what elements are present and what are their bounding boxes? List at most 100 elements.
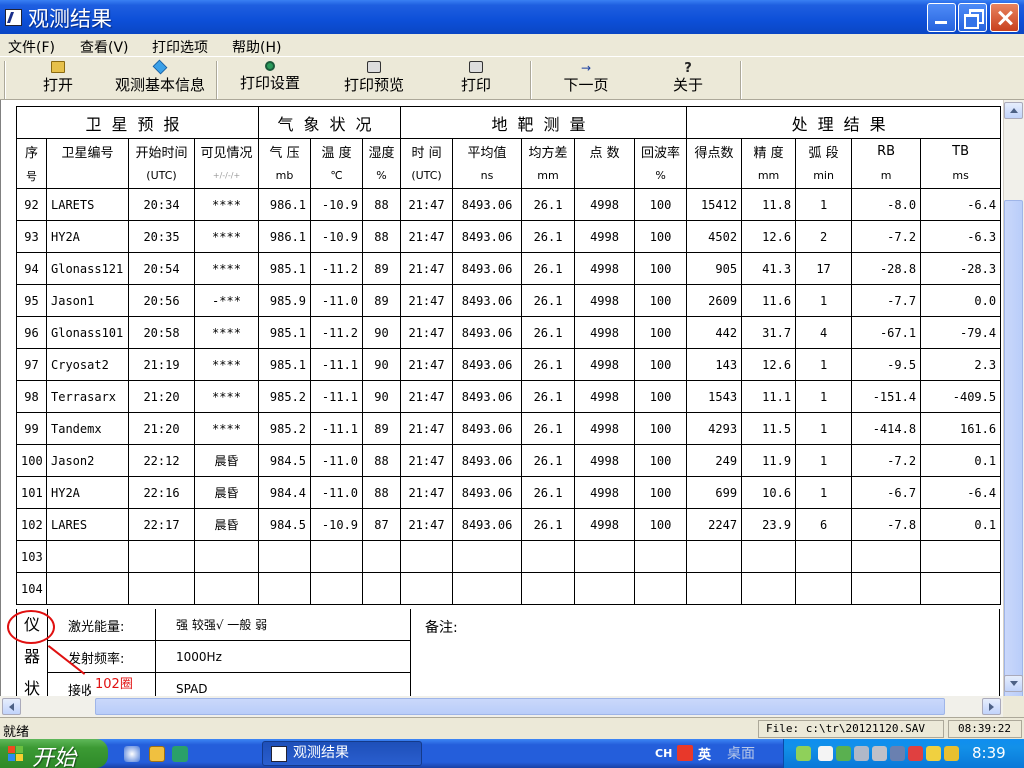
horizontal-scroll-thumb[interactable] <box>95 698 945 715</box>
desktop-toolbar-label[interactable]: 桌面 <box>727 743 755 763</box>
table-cell: -79.4 <box>920 316 1002 349</box>
security-icon[interactable] <box>836 746 851 761</box>
basic-info-button[interactable]: 观测基本信息 <box>110 59 210 99</box>
table-cell: **** <box>193 316 260 349</box>
observation-table: 卫星预报 气象状况 地靶测量 处理结果 序卫星编号 开始时间 可见情况气 压温 度湿… <box>15 106 1002 605</box>
settings-icon <box>265 61 275 71</box>
open-button[interactable]: 打开 <box>26 59 90 99</box>
shield-icon[interactable] <box>944 746 959 761</box>
table-cell: 4998 <box>574 348 636 381</box>
table-cell: 92 <box>16 188 47 221</box>
table-cell: 20:58 <box>128 316 195 349</box>
table-cell <box>851 540 922 573</box>
monitor-icon[interactable] <box>854 746 869 761</box>
column-unit <box>46 163 129 189</box>
antivirus-icon[interactable] <box>908 746 923 761</box>
close-button[interactable] <box>990 3 1019 32</box>
scroll-left-button[interactable] <box>2 698 21 715</box>
about-button[interactable]: 关于 <box>660 59 716 99</box>
print-label: 打印 <box>460 76 491 94</box>
table-cell: -*** <box>193 284 260 317</box>
table-cell: 699 <box>686 476 743 509</box>
table-cell: 90 <box>362 380 402 413</box>
status-file-path: File: c:\tr\20121120.SAV <box>758 720 944 738</box>
english-mode-indicator[interactable]: 英 <box>698 744 711 763</box>
table-cell <box>574 540 636 573</box>
menu-bar: 文件(F) 查看(V) 打印选项 帮助(H) <box>0 34 1024 56</box>
toolbar: 打开 观测基本信息 打印设置 打印预览 打印 下一页 关于 <box>0 56 1024 100</box>
table-cell: 26.1 <box>521 380 576 413</box>
column-header: 精 度 <box>741 138 797 164</box>
column-header: 弧 段 <box>795 138 853 164</box>
app-icon[interactable] <box>5 9 22 26</box>
table-cell: 0.1 <box>920 508 1002 541</box>
table-cell: Jason1 <box>46 284 129 317</box>
folder-icon[interactable] <box>149 746 165 762</box>
annotation-label: 102圈 <box>91 673 137 692</box>
column-unit: % <box>634 163 688 189</box>
table-cell: -11.1 <box>310 348 364 381</box>
table-cell: -414.8 <box>851 412 922 445</box>
network-icon[interactable] <box>818 746 833 761</box>
table-cell <box>521 540 576 573</box>
table-cell: Glonass101 <box>46 316 129 349</box>
table-cell: -11.1 <box>310 412 364 445</box>
vertical-scrollbar[interactable] <box>1003 100 1024 730</box>
display-icon[interactable] <box>872 746 887 761</box>
table-cell: 4998 <box>574 252 636 285</box>
table-cell: 21:47 <box>400 412 454 445</box>
browser-icon[interactable] <box>124 746 140 762</box>
table-cell: 26.1 <box>521 316 576 349</box>
menu-view[interactable]: 查看(V) <box>80 37 129 57</box>
horizontal-scrollbar[interactable] <box>0 696 1003 717</box>
menu-file[interactable]: 文件(F) <box>8 37 55 57</box>
column-header: 时 间 <box>400 138 454 164</box>
maximize-button[interactable] <box>958 3 987 32</box>
input-method-icon[interactable] <box>677 745 693 761</box>
table-cell: 20:54 <box>128 252 195 285</box>
start-label: 开始 <box>32 746 77 768</box>
print-setup-label: 打印设置 <box>239 74 300 92</box>
table-cell: 11.1 <box>741 380 797 413</box>
vertical-scroll-thumb[interactable] <box>1004 200 1023 730</box>
table-cell: 1 <box>795 412 853 445</box>
scroll-up-button[interactable] <box>1004 102 1023 119</box>
next-page-button[interactable]: 下一页 <box>554 59 618 99</box>
table-row: 97 Cryosat2 21:19 **** 985.1 -11.1 90 21:47 8493… <box>16 348 1002 381</box>
table-cell: 31.7 <box>741 316 797 349</box>
table-cell: 100 <box>16 444 47 477</box>
update-icon[interactable] <box>926 746 941 761</box>
language-indicator[interactable]: CH <box>655 747 672 760</box>
print-preview-label: 打印预览 <box>343 76 404 94</box>
print-preview-button[interactable]: 打印预览 <box>334 59 414 99</box>
scroll-right-button[interactable] <box>982 698 1001 715</box>
table-cell: 4998 <box>574 316 636 349</box>
print-setup-button[interactable]: 打印设置 <box>230 59 310 99</box>
connection-icon[interactable] <box>890 746 905 761</box>
table-cell <box>795 572 853 605</box>
laser-energy-row: 激光能量: 强 较强√ 一般 弱 <box>48 609 411 641</box>
table-cell: 26.1 <box>521 188 576 221</box>
table-cell: 984.5 <box>258 444 312 477</box>
column-unit: ms <box>920 163 1002 189</box>
menu-print-options[interactable]: 打印选项 <box>152 37 208 57</box>
minimize-button[interactable] <box>927 3 956 32</box>
table-cell: 2 <box>795 220 853 253</box>
battery-icon[interactable] <box>796 746 811 761</box>
print-button[interactable]: 打印 <box>448 59 504 99</box>
table-cell: 21:47 <box>400 348 454 381</box>
toolbar-separator <box>216 61 218 99</box>
help-icon <box>681 61 695 73</box>
table-cell: 21:47 <box>400 188 454 221</box>
switch-windows-icon[interactable] <box>172 746 188 762</box>
start-button[interactable]: 开始 <box>0 739 108 768</box>
about-label: 关于 <box>672 76 703 94</box>
table-cell: 15412 <box>686 188 743 221</box>
title-bar[interactable]: 观测结果 <box>0 0 1024 34</box>
taskbar-window-button[interactable]: 观测结果 <box>262 741 422 766</box>
table-cell <box>452 540 523 573</box>
scroll-down-button[interactable] <box>1004 675 1023 692</box>
menu-help[interactable]: 帮助(H) <box>232 37 281 57</box>
table-cell <box>46 572 129 605</box>
table-cell: 4293 <box>686 412 743 445</box>
